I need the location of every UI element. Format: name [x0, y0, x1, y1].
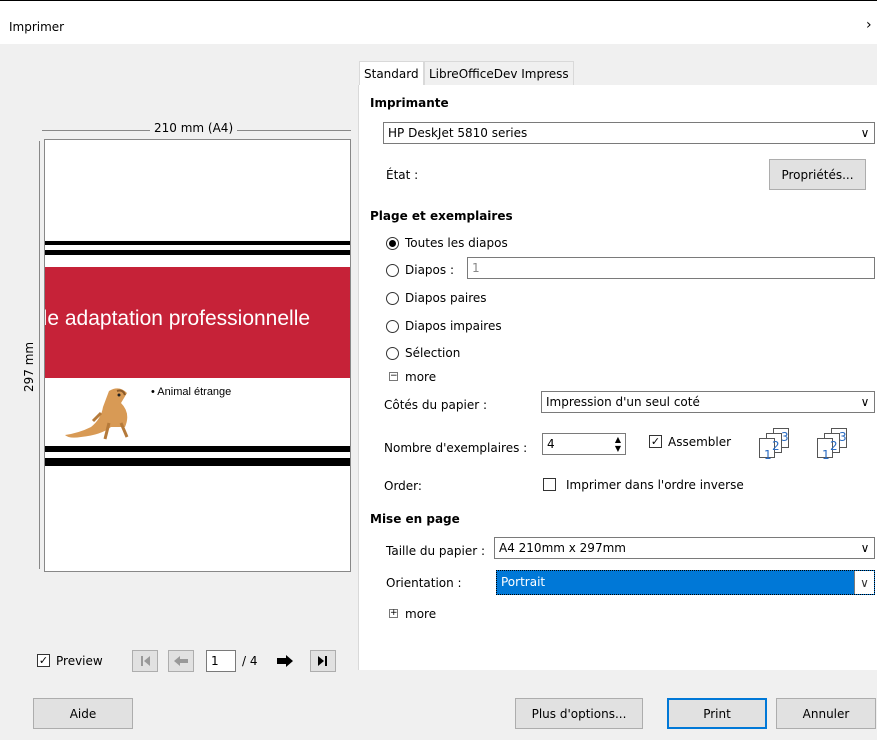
paper-sides-label: Côtés du papier :	[384, 398, 488, 412]
reverse-order-label: Imprimer dans l'ordre inverse	[566, 478, 744, 492]
spinner-arrows-icon[interactable]: ▲ ▼	[611, 434, 625, 454]
radio-odd-slides-label: Diapos impaires	[405, 319, 502, 333]
orientation-label: Orientation :	[386, 576, 462, 590]
page-number-input[interactable]: 1	[206, 650, 236, 672]
slide-bullet: • Animal étrange	[151, 386, 232, 398]
paper-size-value: A4 210mm x 297mm	[499, 541, 626, 555]
cancel-button[interactable]: Annuler	[776, 698, 876, 729]
last-page-icon	[318, 656, 327, 666]
help-button[interactable]: Aide	[33, 698, 133, 729]
radio-all-slides[interactable]	[386, 237, 399, 250]
more-range-label[interactable]: more	[405, 370, 436, 384]
collate-icon: 1 2 3	[755, 428, 805, 468]
printer-select[interactable]: HP DeskJet 5810 series ∨	[383, 122, 875, 144]
paper-size-select[interactable]: A4 210mm x 297mm ∨	[494, 537, 875, 559]
uncollate-icon: 1 2 3	[813, 428, 863, 468]
radio-selection[interactable]	[386, 347, 399, 360]
slides-range-input[interactable]: 1	[467, 257, 875, 279]
first-page-button[interactable]	[132, 650, 158, 672]
slide-black-bar	[45, 446, 350, 452]
width-dimension-label: 210 mm (A4)	[150, 121, 238, 135]
printer-section-title: Imprimante	[370, 96, 449, 110]
chevron-down-icon: ∨	[860, 541, 870, 555]
height-dimension-line	[39, 141, 40, 569]
order-label: Order:	[384, 479, 422, 493]
radio-slides[interactable]	[386, 264, 399, 277]
title-bar: Imprimer ›	[0, 0, 877, 44]
radio-slides-label: Diapos :	[405, 263, 454, 277]
preview-checkbox[interactable]: ✓	[37, 654, 50, 667]
last-page-button[interactable]	[310, 650, 336, 672]
more-options-button[interactable]: Plus d'options...	[515, 698, 643, 729]
copies-label: Nombre d'exemplaires :	[384, 441, 528, 455]
previous-page-button[interactable]	[168, 650, 194, 672]
slide-preview: ule adaptation professionnelle • Animal …	[44, 139, 351, 572]
close-icon[interactable]: ›	[866, 17, 872, 33]
chevron-down-icon: ∨	[860, 395, 870, 409]
radio-odd-slides[interactable]	[386, 320, 399, 333]
properties-button[interactable]: Propriétés...	[769, 159, 866, 190]
slide-black-bar	[45, 241, 350, 245]
chevron-down-icon: ∨	[854, 571, 874, 594]
collate-checkbox[interactable]: ✓	[649, 435, 662, 448]
dialog-title: Imprimer	[9, 20, 65, 34]
printer-status-label: État :	[386, 168, 419, 182]
radio-all-slides-label: Toutes les diapos	[405, 236, 508, 250]
more-layout-label[interactable]: more	[405, 607, 436, 621]
lizard-image	[65, 388, 129, 440]
total-pages-label: / 4	[242, 654, 258, 668]
tab-standard[interactable]: Standard	[359, 61, 424, 87]
printer-select-value: HP DeskJet 5810 series	[388, 126, 528, 140]
paper-sides-select[interactable]: Impression d'un seul coté ∨	[541, 391, 875, 413]
copies-spinner[interactable]: 4 ▲ ▼	[542, 433, 626, 455]
slide-black-bar	[45, 458, 350, 466]
print-button[interactable]: Print	[667, 698, 767, 729]
slide-title-band: ule adaptation professionnelle	[45, 267, 350, 378]
paper-size-label: Taille du papier :	[386, 544, 486, 558]
reverse-order-checkbox[interactable]	[543, 478, 556, 491]
first-page-icon	[141, 656, 150, 666]
slide-title: ule adaptation professionnelle	[45, 307, 311, 330]
radio-even-slides[interactable]	[386, 292, 399, 305]
orientation-select[interactable]: Portrait ∨	[496, 570, 875, 595]
preview-label: Preview	[56, 654, 103, 668]
height-dimension-label: 297 mm	[22, 337, 36, 396]
layout-section-title: Mise en page	[370, 512, 460, 526]
paper-sides-value: Impression d'un seul coté	[546, 395, 700, 409]
range-section-title: Plage et exemplaires	[370, 209, 513, 223]
next-page-button[interactable]	[272, 650, 298, 672]
arrow-right-icon	[277, 655, 293, 667]
copies-value: 4	[547, 437, 555, 451]
chevron-down-icon: ∨	[860, 126, 870, 140]
radio-even-slides-label: Diapos paires	[405, 291, 487, 305]
tab-impress[interactable]: LibreOfficeDev Impress	[424, 61, 574, 86]
collate-label: Assembler	[668, 435, 732, 449]
slide-black-bar	[45, 250, 350, 255]
orientation-value: Portrait	[501, 575, 546, 589]
arrow-left-icon	[174, 656, 188, 666]
expand-icon[interactable]: +	[389, 609, 398, 618]
collapse-icon[interactable]: −	[389, 372, 398, 381]
radio-selection-label: Sélection	[405, 346, 461, 360]
